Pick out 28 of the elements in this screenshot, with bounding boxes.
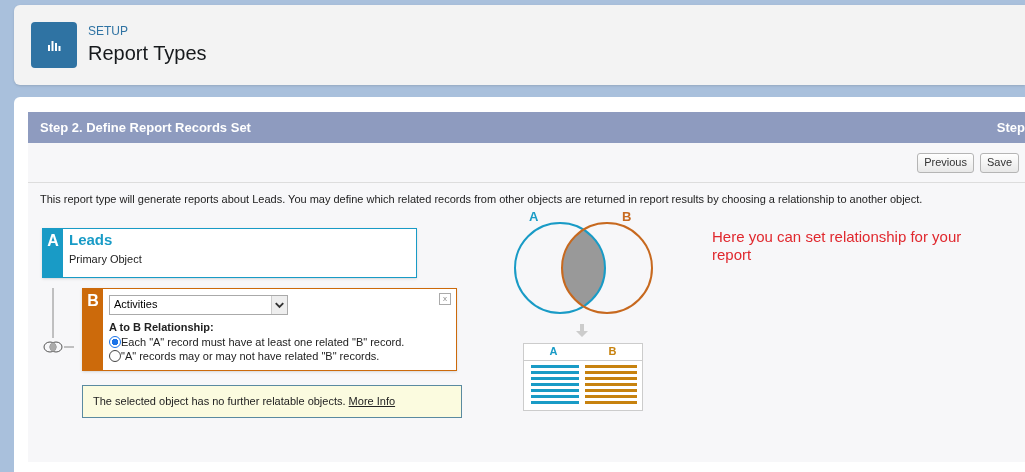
venn-label: A [529, 209, 539, 224]
relationship-option[interactable]: Each "A" record must have at least one related "B" record. [109, 335, 405, 349]
dropdown-caret-icon [271, 295, 287, 314]
column-label: B [607, 344, 618, 360]
relationship-label: A to B Relationship: [109, 319, 215, 335]
radio-button[interactable] [109, 350, 121, 362]
chart-icon [31, 22, 77, 68]
down-arrow-icon [576, 323, 588, 338]
relationship-option[interactable]: "A" records may or may not have related "B" records. [109, 349, 405, 363]
breadcrumb: SETUP [88, 23, 129, 39]
object-subtitle: Primary Object [69, 252, 142, 267]
radio-button[interactable] [109, 336, 121, 348]
more-info-link[interactable]: More Info [348, 394, 396, 407]
object-name: Leads [69, 229, 114, 250]
close-button[interactable]: x [439, 292, 451, 305]
notice-text: The selected object has no further relatable objects. More Info [93, 393, 396, 409]
object-letter: B [83, 288, 103, 370]
column-label: A [548, 344, 559, 360]
wizard-button[interactable]: Previous [917, 152, 974, 173]
intro-text: This report type will generate reports about Leads. You may define which related records from other objects are returned in report results by choosing a relationship to another object. [39, 192, 924, 207]
page-title: Report Types [88, 41, 207, 66]
step-label: Step [996, 118, 1025, 137]
venn-label: B [622, 209, 632, 224]
object-select[interactable]: Activities [109, 294, 288, 315]
annotation-text: Here you can set relationship for your report [712, 227, 963, 265]
wizard-button[interactable]: Save [979, 152, 1019, 173]
object-letter: A [43, 228, 63, 277]
step-title: Step 2. Define Report Records Set [40, 118, 251, 137]
